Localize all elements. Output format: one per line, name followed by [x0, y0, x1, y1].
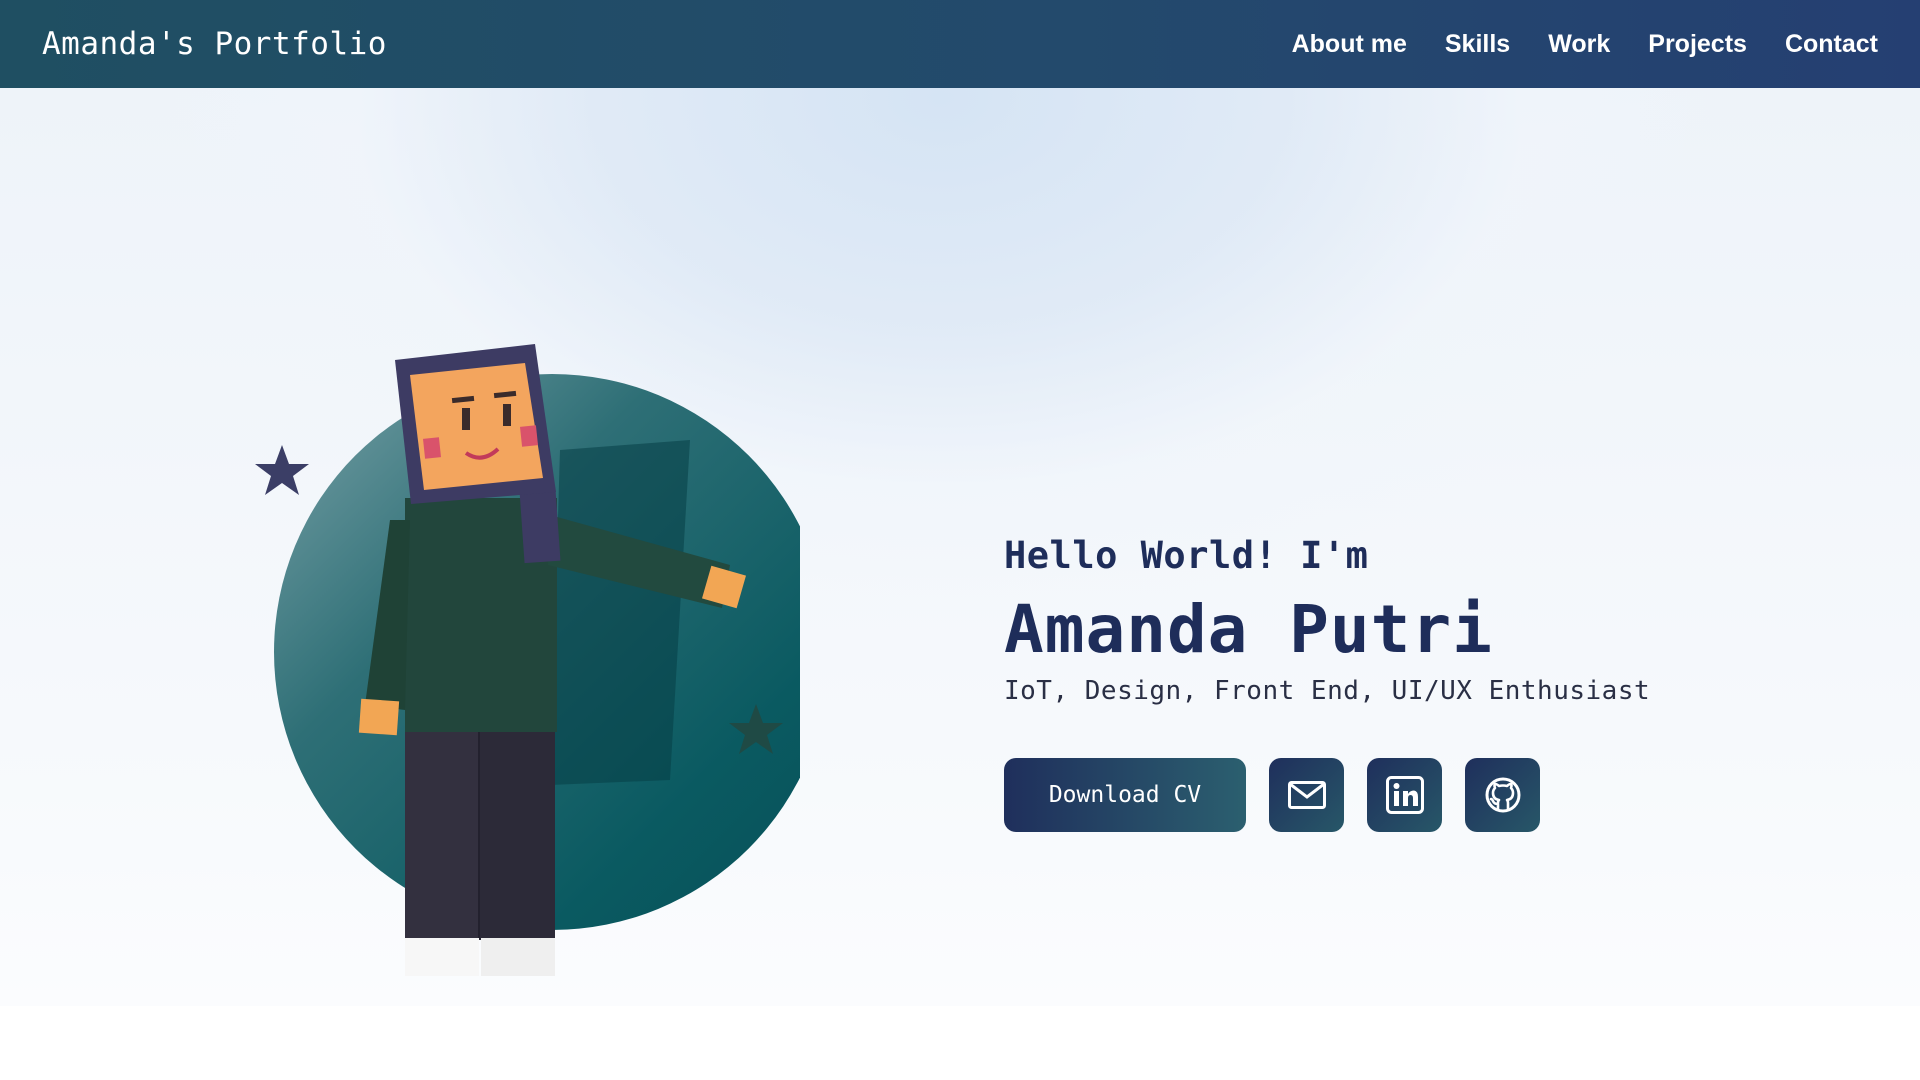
linkedin-icon — [1385, 776, 1424, 814]
star-icon — [255, 445, 309, 495]
download-cv-button[interactable]: Download CV — [1004, 758, 1246, 832]
avatar-leg — [405, 730, 479, 940]
top-navbar: Amanda's Portfolio About me Skills Work … — [0, 0, 1920, 88]
hero-tagline: IoT, Design, Front End, UI/UX Enthusiast — [1004, 676, 1651, 706]
hero-actions: Download CV — [1004, 758, 1650, 832]
hero-name: Amanda Putri — [1004, 591, 1493, 668]
mail-icon — [1287, 781, 1326, 809]
avatar-shoe — [405, 938, 479, 976]
nav-link-projects[interactable]: Projects — [1648, 30, 1747, 59]
avatar-shoe — [481, 938, 555, 976]
github-button[interactable] — [1465, 758, 1540, 832]
avatar-hair — [519, 488, 561, 564]
nav-link-about[interactable]: About me — [1292, 30, 1407, 59]
avatar-eye — [503, 404, 511, 426]
nav-link-contact[interactable]: Contact — [1785, 30, 1878, 59]
linkedin-button[interactable] — [1367, 758, 1442, 832]
avatar-leg — [479, 730, 555, 940]
hero-greeting: Hello World! I'm — [1004, 534, 1369, 577]
brand-logo[interactable]: Amanda's Portfolio — [42, 26, 387, 62]
avatar-hand — [358, 698, 400, 736]
nav-link-work[interactable]: Work — [1548, 30, 1610, 59]
avatar-illustration — [255, 344, 800, 976]
avatar-face — [410, 363, 543, 490]
nav-link-skills[interactable]: Skills — [1445, 30, 1510, 59]
nav-links: About me Skills Work Projects Contact — [1254, 30, 1878, 59]
avatar-cheek — [422, 437, 442, 459]
figure-shadow — [550, 440, 690, 785]
hero-text: Hello World! I'm Amanda Putri IoT, Desig… — [1004, 534, 1650, 832]
email-button[interactable] — [1269, 758, 1344, 832]
avatar-cheek — [519, 425, 539, 447]
github-icon — [1485, 777, 1520, 813]
avatar-eye — [462, 408, 470, 430]
